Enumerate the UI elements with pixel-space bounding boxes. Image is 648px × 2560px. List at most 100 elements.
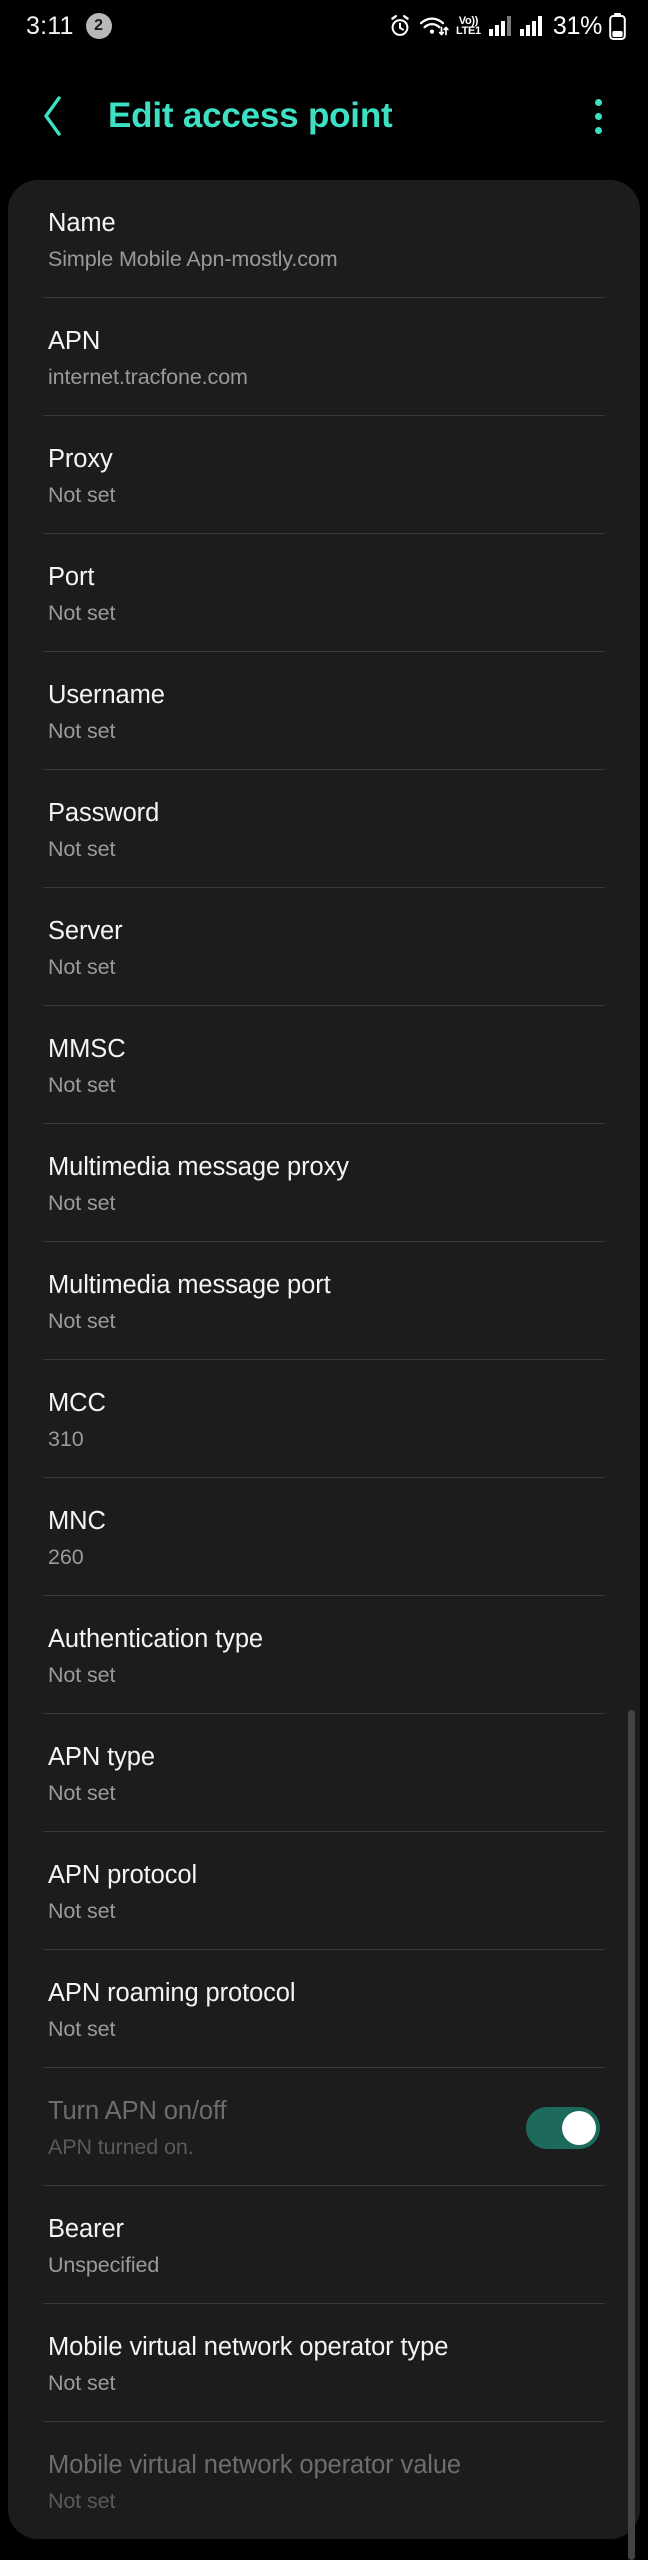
settings-row-title: Multimedia message port [48, 1270, 331, 1299]
settings-row-value: Not set [48, 1662, 116, 1687]
status-bar: 3:11 2 Vo)) LTE1 31% [0, 0, 648, 52]
settings-row-value: Not set [48, 954, 116, 979]
settings-row[interactable]: Bearer Unspecified [8, 2186, 640, 2303]
settings-row-text: Multimedia message port Not set [48, 1269, 600, 1335]
signal-bars-icon [488, 15, 512, 37]
settings-row[interactable]: Name Simple Mobile Apn-mostly.com [8, 180, 640, 297]
settings-row-value: Not set [48, 836, 116, 861]
settings-row-value: Not set [48, 1780, 116, 1805]
settings-row-value: Not set [48, 718, 116, 743]
notification-count-badge: 2 [85, 13, 112, 39]
settings-row-title: Multimedia message proxy [48, 1152, 349, 1181]
settings-row-value: internet.tracfone.com [48, 364, 248, 389]
settings-row-text: Port Not set [48, 561, 600, 627]
settings-row-title: Mobile virtual network operator type [48, 2332, 449, 2361]
settings-row-text: Mobile virtual network operator type Not … [48, 2331, 600, 2397]
battery-percent-label: 31% [552, 11, 602, 40]
settings-row-value: APN turned on. [48, 2134, 194, 2159]
settings-row-text: Password Not set [48, 797, 600, 863]
settings-row-title: Proxy [48, 444, 113, 473]
settings-row-text: APN type Not set [48, 1741, 600, 1807]
settings-row[interactable]: APN internet.tracfone.com [8, 298, 640, 415]
page-title: Edit access point [108, 96, 393, 135]
settings-row-title: Bearer [48, 2214, 124, 2243]
signal-bars-icon [519, 15, 543, 37]
app-bar: Edit access point [0, 52, 648, 180]
alarm-icon [388, 14, 412, 38]
settings-row[interactable]: MNC 260 [8, 1478, 640, 1595]
back-chevron-icon[interactable] [36, 90, 70, 142]
volte-icon: Vo)) LTE1 [455, 16, 481, 37]
settings-row-title: Server [48, 916, 123, 945]
settings-row-title: APN [48, 326, 101, 355]
settings-row[interactable]: MMSC Not set [8, 1006, 640, 1123]
more-dot [594, 112, 602, 120]
settings-row-value: Not set [48, 1072, 116, 1097]
settings-row-text: MNC 260 [48, 1505, 600, 1571]
settings-row[interactable]: MCC 310 [8, 1360, 640, 1477]
settings-list: Name Simple Mobile Apn-mostly.com APN inter… [8, 180, 640, 2539]
settings-row[interactable]: Multimedia message port Not set [8, 1242, 640, 1359]
scrollbar-thumb[interactable] [628, 1710, 635, 2560]
settings-row[interactable]: Multimedia message proxy Not set [8, 1124, 640, 1241]
phone-screen: 3:11 2 Vo)) LTE1 31% Edit access point N… [0, 0, 648, 2560]
settings-row[interactable]: Authentication type Not set [8, 1596, 640, 1713]
settings-row-value: 310 [48, 1426, 84, 1451]
settings-row[interactable]: Mobile virtual network operator type Not … [8, 2304, 640, 2421]
settings-row-value: Not set [48, 2016, 116, 2041]
status-bar-right: Vo)) LTE1 31% [388, 12, 626, 41]
switch-knob [562, 2110, 596, 2145]
settings-row[interactable]: Username Not set [8, 652, 640, 769]
settings-row-text: Multimedia message proxy Not set [48, 1151, 600, 1217]
settings-row-title: Turn APN on/off [48, 2096, 227, 2125]
settings-row-value: Not set [48, 482, 116, 507]
settings-row-title: Name [48, 208, 116, 237]
settings-row-text: MCC 310 [48, 1387, 600, 1453]
settings-row-text: Server Not set [48, 915, 600, 981]
settings-row-text: Username Not set [48, 679, 600, 745]
settings-row-value: Not set [48, 2370, 116, 2395]
settings-row-title: MCC [48, 1388, 106, 1417]
wifi-icon [419, 14, 449, 38]
settings-row-text: Authentication type Not set [48, 1623, 600, 1689]
settings-row[interactable]: Server Not set [8, 888, 640, 1005]
settings-row[interactable]: Proxy Not set [8, 416, 640, 533]
more-dot [594, 126, 602, 134]
status-bar-left: 3:11 2 [26, 12, 112, 41]
settings-row-text: APN internet.tracfone.com [48, 325, 600, 391]
settings-row-value: Not set [48, 1898, 116, 1923]
settings-row-value: Not set [48, 1308, 116, 1333]
settings-row-text: MMSC Not set [48, 1033, 600, 1099]
settings-row-title: MNC [48, 1506, 106, 1535]
settings-row-title: Port [48, 562, 95, 591]
settings-row: Turn APN on/off APN turned on. [8, 2068, 640, 2185]
settings-row: Mobile virtual network operator value Not… [8, 2422, 640, 2539]
settings-row-text: Proxy Not set [48, 443, 600, 509]
settings-row-title: MMSC [48, 1034, 126, 1063]
apn-on-off-switch[interactable] [526, 2106, 600, 2149]
settings-row-title: APN type [48, 1742, 155, 1771]
settings-row-text: APN protocol Not set [48, 1859, 600, 1925]
settings-row-value: Not set [48, 2488, 116, 2513]
settings-row[interactable]: Password Not set [8, 770, 640, 887]
settings-row-value: 260 [48, 1544, 84, 1569]
more-dot [594, 98, 602, 106]
settings-row-text: Name Simple Mobile Apn-mostly.com [48, 207, 600, 273]
settings-row-text: APN roaming protocol Not set [48, 1977, 600, 2043]
settings-row[interactable]: APN protocol Not set [8, 1832, 640, 1949]
settings-row-value: Not set [48, 600, 116, 625]
settings-row-title: Password [48, 798, 160, 827]
status-bar-clock: 3:11 [26, 11, 74, 40]
settings-row-text: Turn APN on/off APN turned on. [48, 2095, 508, 2161]
settings-row-title: APN protocol [48, 1860, 198, 1889]
settings-row-value: Unspecified [48, 2252, 160, 2277]
settings-row-value: Simple Mobile Apn-mostly.com [48, 246, 338, 271]
volte-bottom-label: LTE1 [455, 25, 481, 37]
settings-row[interactable]: Port Not set [8, 534, 640, 651]
settings-row-title: APN roaming protocol [48, 1978, 296, 2007]
more-vert-icon[interactable] [580, 86, 616, 146]
settings-row-text: Mobile virtual network operator value Not… [48, 2449, 600, 2515]
settings-row[interactable]: APN roaming protocol Not set [8, 1950, 640, 2067]
settings-row[interactable]: APN type Not set [8, 1714, 640, 1831]
settings-row-title: Username [48, 680, 165, 709]
